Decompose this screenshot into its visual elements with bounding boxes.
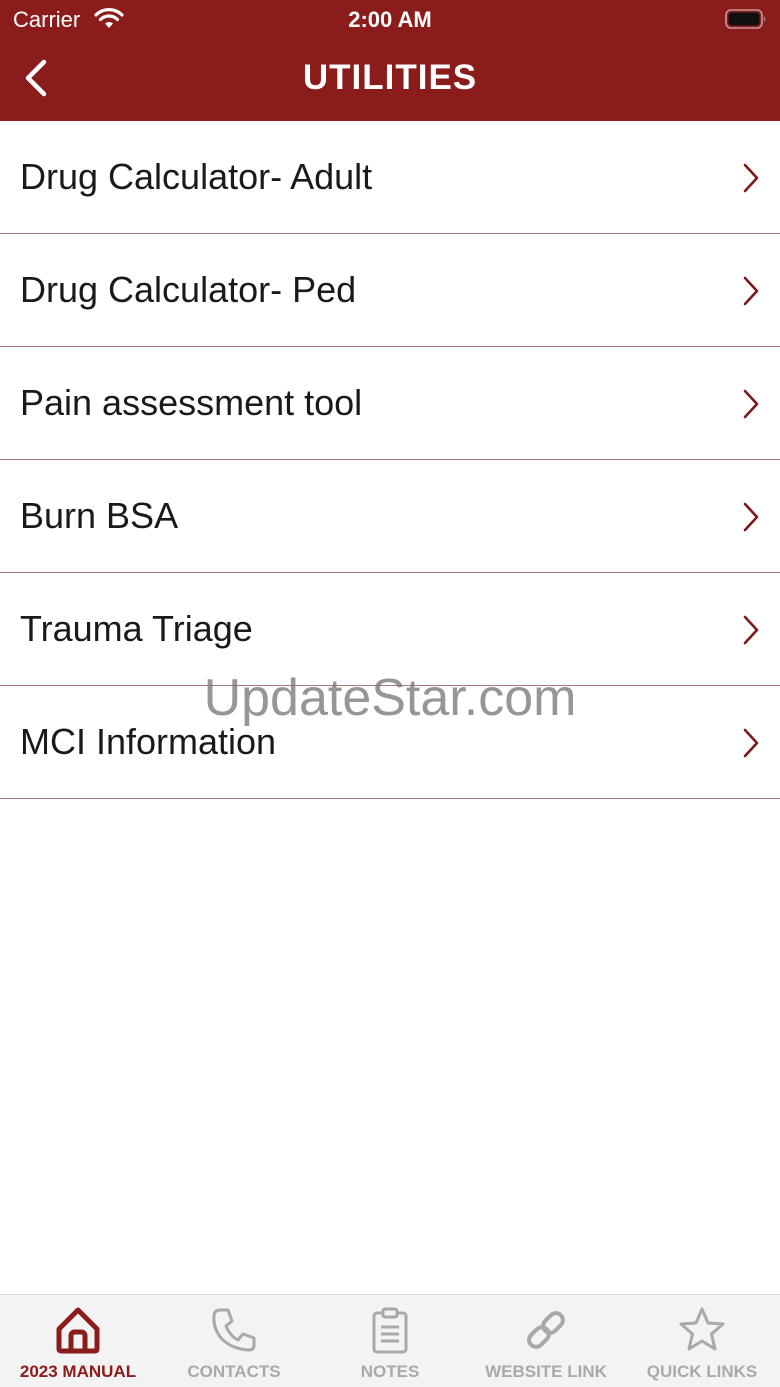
tab-label: WEBSITE LINK [485,1362,607,1381]
list-item-drug-calculator-adult[interactable]: Drug Calculator- Adult [0,121,780,234]
list-item-burn-bsa[interactable]: Burn BSA [0,460,780,573]
clipboard-icon [372,1307,408,1354]
list-item-mci-information[interactable]: MCI Information [0,686,780,799]
list-item-label: Burn BSA [20,495,179,536]
tab-notes[interactable]: NOTES [312,1295,468,1387]
tab-quick-links[interactable]: QUICK LINKS [624,1295,780,1387]
tab-bar: 2023 MANUAL CONTACTS NOTES WEBSITE LINK … [0,1294,780,1387]
link-icon [527,1311,565,1349]
list-item-pain-assessment-tool[interactable]: Pain assessment tool [0,347,780,460]
battery-icon [725,9,766,29]
page-title: UTILITIES [302,58,478,97]
star-icon [679,1307,725,1351]
list-item-trauma-triage[interactable]: Trauma Triage [0,573,780,686]
tab-2023-manual[interactable]: 2023 MANUAL [0,1295,156,1387]
tab-website-link[interactable]: WEBSITE LINK [468,1295,624,1387]
phone-icon [212,1308,256,1352]
header: Carrier 2:00 AM UTILITIES [0,0,780,121]
home-icon [56,1307,100,1354]
chevron-right-icon [743,389,759,419]
list-item-drug-calculator-ped[interactable]: Drug Calculator- Ped [0,234,780,347]
status-time: 2:00 AM [348,7,432,32]
chevron-right-icon [743,276,759,306]
list-item-label: Drug Calculator- Ped [20,269,357,310]
chevron-right-icon [743,728,759,758]
tab-label: 2023 MANUAL [19,1362,137,1381]
list-item-label: Drug Calculator- Adult [20,156,373,197]
list-item-label: Pain assessment tool [20,382,363,423]
tab-contacts[interactable]: CONTACTS [156,1295,312,1387]
tab-label: NOTES [360,1362,420,1381]
chevron-right-icon [743,615,759,645]
chevron-right-icon [743,502,759,532]
chevron-right-icon [743,163,759,193]
tab-label: QUICK LINKS [646,1362,758,1381]
tab-label: CONTACTS [187,1362,281,1381]
utilities-screen: Carrier 2:00 AM UTILITIES Drug Calculato… [0,0,780,1387]
list-item-label: Trauma Triage [20,608,253,649]
utilities-list: Drug Calculator- Adult Drug Calculator- … [0,121,780,799]
list-item-label: MCI Information [20,721,277,762]
status-bar: Carrier 2:00 AM [0,0,780,40]
nav-bar: UTILITIES [0,40,780,121]
